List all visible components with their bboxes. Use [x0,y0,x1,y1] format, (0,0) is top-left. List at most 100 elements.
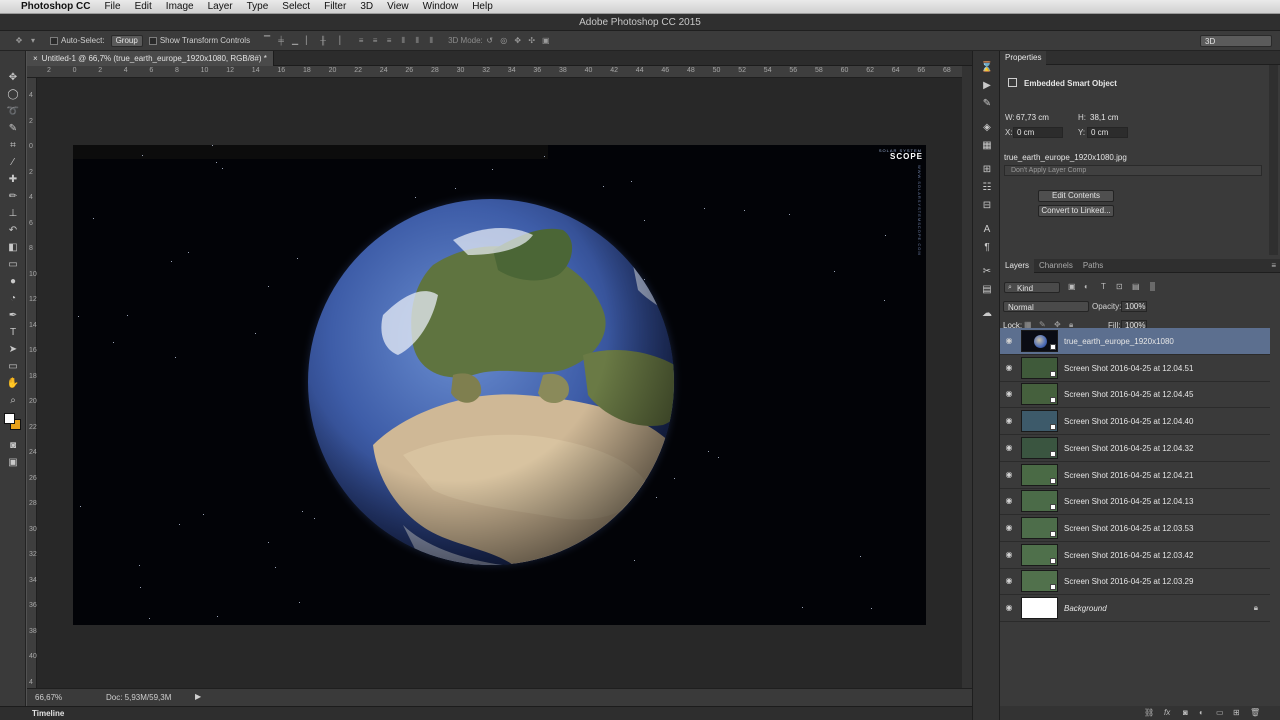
tool-presets-panel-icon[interactable]: ✂ [973,263,1001,281]
eyedropper-tool-icon[interactable]: ⁄ [0,154,26,171]
menu-select[interactable]: Select [275,0,317,14]
layer-name[interactable]: Screen Shot 2016-04-25 at 12.03.29 [1064,577,1193,586]
distribute-vcenter-icon[interactable]: ≡ [370,36,380,46]
width-value[interactable]: 67,73 cm [1016,113,1049,122]
filter-pixel-icon[interactable]: ▣ [1068,282,1076,291]
3d-pan-icon[interactable]: ✥ [513,36,523,46]
new-group-icon[interactable]: ▭ [1216,708,1224,717]
delete-layer-icon[interactable]: 🗑︎ [1250,708,1260,717]
move-tool-icon[interactable]: ✥ [14,36,24,46]
new-layer-icon[interactable]: ⊞ [1233,708,1240,717]
filter-toggle-icon[interactable] [1150,282,1155,291]
layer-thumbnail[interactable] [1021,410,1058,433]
layer-name[interactable]: Screen Shot 2016-04-25 at 12.04.45 [1064,390,1193,399]
height-value[interactable]: 38,1 cm [1090,113,1118,122]
distribute-right-icon[interactable]: ⦀ [426,36,436,46]
3d-slide-icon[interactable]: ✣ [527,36,537,46]
align-hcenter-icon[interactable]: ╫ [318,36,328,46]
layer-name[interactable]: Screen Shot 2016-04-25 at 12.03.42 [1064,551,1193,560]
visibility-eye-icon[interactable]: ◉ [1004,603,1014,613]
layer-name[interactable]: Screen Shot 2016-04-25 at 12.04.13 [1064,497,1193,506]
layer-name[interactable]: Screen Shot 2016-04-25 at 12.04.32 [1064,444,1193,453]
path-select-tool-icon[interactable]: ➤ [0,341,26,358]
visibility-eye-icon[interactable]: ◉ [1004,550,1014,560]
marquee-tool-icon[interactable]: ◯ [0,86,26,103]
align-left-icon[interactable]: ▏ [304,36,314,46]
distribute-top-icon[interactable]: ≡ [356,36,366,46]
layer-row[interactable]: ◉ Screen Shot 2016-04-25 at 12.04.32 [1000,435,1270,462]
tab-channels[interactable]: Channels [1034,261,1078,270]
filter-type-icon[interactable]: T [1101,282,1106,291]
menu-3d[interactable]: 3D [353,0,380,14]
tab-layers[interactable]: Layers [1000,258,1035,273]
layer-filter-dropdown[interactable]: ⌕ Kind [1004,282,1060,293]
libraries-panel-icon[interactable]: ☁ [973,305,1001,323]
close-tab-icon[interactable]: × [33,54,38,63]
panel-menu-icon[interactable]: ≡ [1271,261,1276,270]
zoom-tool-icon[interactable]: ⌕ [0,392,26,409]
properties-scrollbar[interactable] [1269,65,1278,255]
menu-edit[interactable]: Edit [128,0,159,14]
layer-thumbnail[interactable] [1021,383,1058,406]
filter-shape-icon[interactable]: ⊡ [1116,282,1123,291]
rectangle-tool-icon[interactable]: ▭ [0,358,26,375]
opacity-field[interactable]: 100% [1121,301,1147,312]
layer-name[interactable]: Background [1064,604,1107,613]
tab-paths[interactable]: Paths [1078,261,1108,270]
healing-brush-tool-icon[interactable]: ✚ [0,171,26,188]
y-field[interactable]: 0 cm [1087,127,1128,138]
menu-help[interactable]: Help [465,0,500,14]
layer-row[interactable]: ◉ Screen Shot 2016-04-25 at 12.03.53 [1000,515,1270,542]
visibility-eye-icon[interactable]: ◉ [1004,523,1014,533]
align-bottom-icon[interactable]: ▁ [290,36,300,46]
blend-mode-dropdown[interactable]: Normal [1003,301,1089,312]
layer-name[interactable]: Screen Shot 2016-04-25 at 12.04.51 [1064,364,1193,373]
document-image[interactable]: SOLAR SYSTEM SCOPE WWW.SOLARSYSTEMSCOPE.… [73,145,926,625]
character-panel-icon[interactable]: A [973,221,1001,239]
layer-thumbnail[interactable] [1021,356,1058,379]
filter-smart-object-icon[interactable]: ▤ [1132,282,1140,291]
align-right-icon[interactable]: ▕ [332,36,342,46]
crop-tool-icon[interactable]: ⌗ [0,137,26,154]
layer-thumbnail[interactable] [1021,330,1058,352]
menu-window[interactable]: Window [416,0,466,14]
edit-contents-button[interactable]: Edit Contents [1038,190,1114,202]
properties-panel-icon[interactable]: ☷ [973,179,1001,197]
show-transform-checkbox[interactable] [148,36,157,45]
layer-name[interactable]: Screen Shot 2016-04-25 at 12.04.40 [1064,417,1193,426]
layer-thumbnail[interactable] [1021,463,1058,486]
3d-roll-icon[interactable]: ◎ [499,36,509,46]
menu-view[interactable]: View [380,0,416,14]
distribute-hcenter-icon[interactable]: ⦀ [412,36,422,46]
distribute-bottom-icon[interactable]: ≡ [384,36,394,46]
add-mask-icon[interactable]: ◙ [1183,708,1188,717]
timeline-tab[interactable]: Timeline [32,709,64,718]
auto-select-checkbox[interactable] [50,36,58,45]
properties-tab[interactable]: Properties [1000,50,1047,65]
history-panel-icon[interactable]: ⌛ [973,59,1001,77]
layer-thumbnail[interactable] [1021,490,1058,513]
distribute-left-icon[interactable]: ⦀ [398,36,408,46]
layer-name[interactable]: true_earth_europe_1920x1080 [1064,337,1174,346]
visibility-eye-icon[interactable]: ◉ [1004,496,1014,506]
layer-row[interactable]: ◉ Screen Shot 2016-04-25 at 12.04.45 [1000,381,1270,409]
gradient-tool-icon[interactable]: ▭ [0,256,26,273]
eraser-tool-icon[interactable]: ◧ [0,239,26,256]
visibility-eye-icon[interactable]: ◉ [1004,363,1014,373]
layer-thumbnail[interactable] [1021,543,1058,566]
paragraph-panel-icon[interactable]: ¶ [973,239,1001,257]
menu-image[interactable]: Image [159,0,201,14]
align-top-icon[interactable]: ▔ [262,36,272,46]
layer-name[interactable]: Screen Shot 2016-04-25 at 12.03.53 [1064,524,1193,533]
layer-thumbnail[interactable] [1021,597,1058,619]
adjustments-panel-icon[interactable]: ⊞ [973,161,1001,179]
layer-row[interactable]: ◉ Screen Shot 2016-04-25 at 12.04.40 [1000,408,1270,436]
align-vcenter-icon[interactable]: ╪ [276,36,286,46]
clone-stamp-tool-icon[interactable]: ⊥ [0,205,26,222]
workspace-dropdown[interactable]: 3D [1200,35,1272,47]
quick-mask-icon[interactable]: ◙ [0,437,26,454]
brush-tool-icon[interactable]: ✏ [0,188,26,205]
visibility-eye-icon[interactable]: ◉ [1004,336,1014,346]
link-layers-icon[interactable]: ⛓ [1144,708,1154,717]
menu-type[interactable]: Type [240,0,276,14]
